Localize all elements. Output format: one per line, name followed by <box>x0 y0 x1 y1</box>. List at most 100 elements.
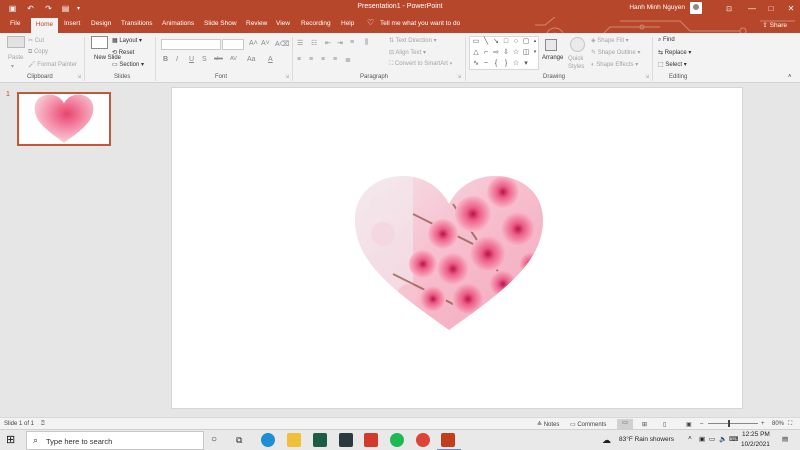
chrome-icon[interactable] <box>416 433 430 447</box>
shape-textbox-icon[interactable]: ▭ <box>472 38 480 45</box>
meet-now-icon[interactable]: ▣ <box>699 435 705 443</box>
underline-button[interactable]: U <box>189 56 194 63</box>
close-button[interactable]: ✕ <box>780 0 800 17</box>
italic-button[interactable]: I <box>176 56 178 63</box>
find-button[interactable]: ⌕ Find <box>658 37 675 44</box>
tab-design[interactable]: Design <box>91 20 111 27</box>
change-case-button[interactable]: Aa <box>247 56 256 63</box>
accessibility-icon[interactable]: ⍰ <box>41 421 45 428</box>
slideshow-view-icon[interactable]: ▣ <box>686 421 692 428</box>
task-view-icon[interactable]: ⧉ <box>236 434 250 448</box>
decrease-indent-icon[interactable]: ⇤ <box>325 39 331 47</box>
volume-icon[interactable]: 🔈 <box>719 435 727 443</box>
dialog-launcher-icon[interactable]: ⇲ <box>77 74 81 80</box>
shape-triangle-icon[interactable]: △ <box>472 49 480 56</box>
convert-smartart-button[interactable]: ⛶ Convert to SmartArt ▾ <box>389 61 453 68</box>
slide-canvas[interactable] <box>171 87 743 409</box>
shape-brace-right-icon[interactable]: } <box>502 60 510 67</box>
strikethrough-button[interactable]: abc <box>214 56 223 62</box>
font-name-dropdown[interactable] <box>161 39 221 50</box>
slide-thumbnail[interactable] <box>17 92 111 146</box>
user-name[interactable]: Hanh Minh Nguyen <box>629 4 685 11</box>
paste-button[interactable]: Paste <box>8 55 23 61</box>
tell-me-search[interactable]: Tell me what you want to do <box>380 20 460 27</box>
shape-lshape-icon[interactable]: ⌐ <box>482 49 490 56</box>
align-text-button[interactable]: ⊟ Align Text ▾ <box>389 49 426 56</box>
clock-date[interactable]: 10/2/2021 <box>741 441 770 448</box>
shape-outline-button[interactable]: ✎ Shape Outline ▾ <box>591 49 640 56</box>
increase-font-icon[interactable]: A˄ <box>249 40 258 47</box>
dialog-launcher-icon[interactable]: ⇲ <box>285 74 289 80</box>
file-explorer-icon[interactable] <box>287 433 301 447</box>
align-center-icon[interactable]: ≡ <box>309 56 313 63</box>
clear-formatting-icon[interactable]: A⌫ <box>275 40 290 48</box>
shape-arrow-down-icon[interactable]: ⇩ <box>502 49 510 56</box>
layout-button[interactable]: ▦ Layout ▾ <box>112 37 142 44</box>
share-button[interactable]: ⇪ Share <box>762 21 787 29</box>
wps-icon[interactable] <box>364 433 378 447</box>
shadow-button[interactable]: S <box>202 56 207 63</box>
normal-view-icon[interactable]: ▭ <box>617 419 633 429</box>
replace-button[interactable]: ⇆ Replace ▾ <box>658 49 691 56</box>
format-painter-button[interactable]: 🖌 Format Painter <box>28 61 77 68</box>
text-direction-button[interactable]: ⇅ Text Direction ▾ <box>389 37 437 44</box>
shape-callout-icon[interactable]: ◫ <box>522 49 530 56</box>
collapse-ribbon-icon[interactable]: ˄ <box>788 74 792 80</box>
reset-button[interactable]: ⟲ Reset <box>112 49 134 56</box>
character-spacing-button[interactable]: AV <box>230 56 237 62</box>
comments-button[interactable]: ▭ Comments <box>570 421 606 428</box>
fit-slide-icon[interactable]: ⛶ <box>788 421 792 428</box>
copy-button[interactable]: ⧉ Copy <box>28 49 48 56</box>
clock-time[interactable]: 12:25 PM <box>742 431 770 438</box>
align-right-icon[interactable]: ≡ <box>321 56 325 63</box>
notes-button[interactable]: ≜ Notes <box>537 421 559 428</box>
distributed-icon[interactable]: ≣ <box>345 56 351 64</box>
increase-indent-icon[interactable]: ⇥ <box>337 39 343 47</box>
shape-star5-icon[interactable]: ☆ <box>512 60 520 67</box>
weather-icon[interactable]: ☁ <box>602 435 611 446</box>
decrease-font-icon[interactable]: A˅ <box>261 40 270 47</box>
select-button[interactable]: ⬚ Select ▾ <box>658 61 687 68</box>
cortana-icon[interactable]: ○ <box>211 434 225 448</box>
zoom-out-icon[interactable]: – <box>700 421 703 427</box>
justify-icon[interactable]: ≡ <box>333 56 337 63</box>
cut-button[interactable]: ✂ Cut <box>28 37 44 44</box>
shape-effects-button[interactable]: ◐ Shape Effects ▾ <box>591 61 638 68</box>
tab-review[interactable]: Review <box>246 20 267 27</box>
columns-icon[interactable]: ⫼ <box>365 39 368 47</box>
arrange-button[interactable]: Arrange <box>542 55 563 61</box>
notifications-icon[interactable]: ▤ <box>782 435 788 443</box>
line-spacing-icon[interactable]: ≡ <box>350 39 354 46</box>
shape-curve-icon[interactable]: ∿ <box>472 60 480 67</box>
weather-text[interactable]: 83°F Rain showers <box>619 436 674 443</box>
taskbar-search[interactable]: ⌕ Type here to search <box>26 431 204 450</box>
shape-rounded-rect-icon[interactable]: ▢ <box>522 38 530 45</box>
align-left-icon[interactable]: ≡ <box>297 56 301 63</box>
slide-sorter-icon[interactable]: ⊞ <box>642 421 647 428</box>
shape-oval-icon[interactable]: ○ <box>512 38 520 45</box>
avatar[interactable] <box>690 2 702 14</box>
font-size-dropdown[interactable] <box>222 39 244 50</box>
edge-icon[interactable] <box>261 433 275 447</box>
tab-animations[interactable]: Animations <box>162 20 194 27</box>
maximize-button[interactable]: □ <box>760 0 782 17</box>
section-button[interactable]: ▭ Section ▾ <box>112 61 144 68</box>
tab-help[interactable]: Help <box>341 20 354 27</box>
filmora-icon[interactable] <box>339 433 353 447</box>
shape-star-icon[interactable]: ☆ <box>512 49 520 56</box>
windows-start-icon[interactable]: ⊞ <box>6 434 18 446</box>
ime-icon[interactable]: ⌨ <box>729 435 738 443</box>
font-color-button[interactable]: A <box>268 56 273 63</box>
network-icon[interactable]: ▭ <box>709 435 715 443</box>
spotify-icon[interactable] <box>390 433 404 447</box>
powerpoint-icon[interactable] <box>441 433 455 447</box>
shape-fill-button[interactable]: ◈ Shape Fill ▾ <box>591 37 629 44</box>
numbering-icon[interactable]: ☷ <box>311 39 317 47</box>
audition-icon[interactable] <box>313 433 327 447</box>
tab-insert[interactable]: Insert <box>64 20 80 27</box>
shape-arrow-icon[interactable]: ↘ <box>492 38 500 45</box>
shape-arrow-right-icon[interactable]: ⇨ <box>492 49 500 56</box>
zoom-slider-thumb[interactable] <box>728 420 730 427</box>
shape-brace-left-icon[interactable]: { <box>492 60 500 67</box>
gallery-scroll-up-icon[interactable]: ▴ <box>531 38 539 45</box>
